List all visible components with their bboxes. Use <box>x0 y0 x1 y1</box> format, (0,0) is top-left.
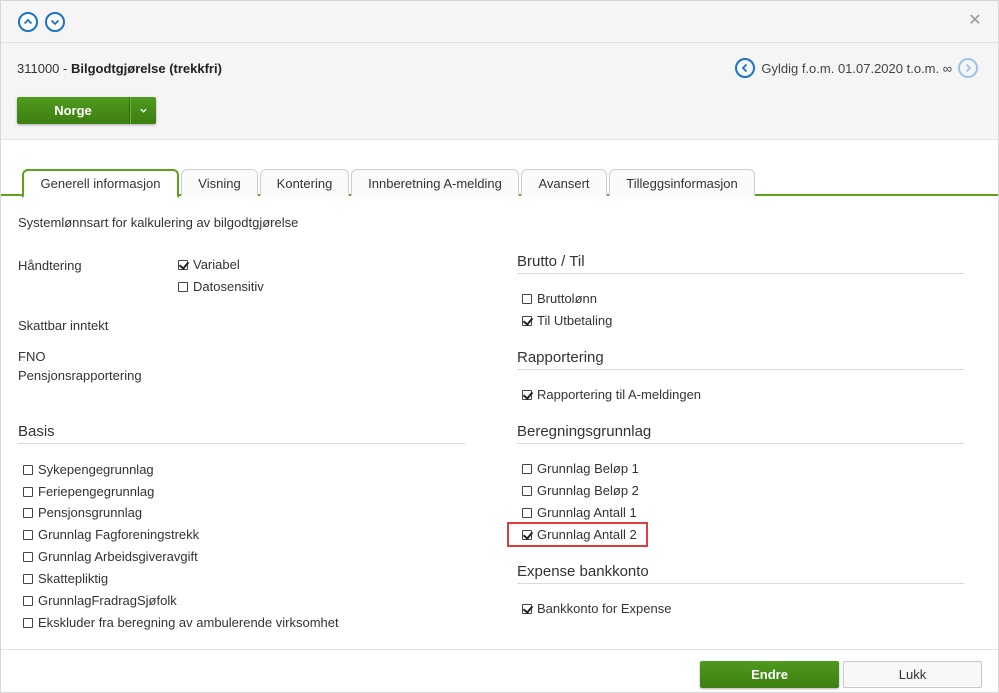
checkbox-unchecked-icon <box>23 617 33 628</box>
checkbox-label: Pensjonsgrunnlag <box>38 505 143 520</box>
checkbox-label: GrunnlagFradragSjøfolk <box>38 593 177 608</box>
tab-visning[interactable]: Visning <box>181 169 258 196</box>
checkbox-checked-icon <box>178 259 188 270</box>
basis-divider <box>18 443 465 444</box>
tab-tilleggsinformasjon[interactable]: Tilleggsinformasjon <box>609 169 755 196</box>
checkbox-unchecked-icon <box>23 507 33 518</box>
validity-text: Gyldig f.o.m. 01.07.2020 t.o.m. ∞ <box>761 60 952 76</box>
checkbox-label: Skattepliktig <box>38 571 109 586</box>
checkbox-grunnlag-belop-2[interactable]: Grunnlag Beløp 2 <box>522 483 639 498</box>
rapportering-divider <box>517 369 964 370</box>
checkbox-checked-icon <box>522 315 532 326</box>
skattbar-inntekt-label: Skattbar inntekt <box>18 318 109 333</box>
tab-kontering[interactable]: Kontering <box>260 169 349 196</box>
tab-innberetning-a-melding[interactable]: Innberetning A-melding <box>351 169 519 196</box>
checkbox-grunnlag-belop-1[interactable]: Grunnlag Beløp 1 <box>522 461 639 476</box>
checkbox-grunnlagfradragsjofolk[interactable]: GrunnlagFradragSjøfolk <box>23 593 177 608</box>
checkbox-label: Bankkonto for Expense <box>537 601 672 616</box>
checkbox-unchecked-icon <box>522 507 532 518</box>
checkbox-label: Grunnlag Arbeidsgiveravgift <box>38 549 198 564</box>
checkbox-checked-icon <box>522 389 532 400</box>
chevron-down-icon <box>50 19 60 26</box>
dialog: ✕ 311000 - Bilgodtgjørelse (trekkfri) Gy… <box>0 0 999 693</box>
previous-record-button[interactable] <box>18 12 38 32</box>
checkbox-feriepengegrunnlag[interactable]: Feriepengegrunnlag <box>23 484 154 499</box>
record-name: Bilgodtgjørelse (trekkfri) <box>70 61 222 76</box>
next-record-button[interactable] <box>45 12 65 32</box>
next-period-button[interactable] <box>958 58 978 78</box>
checkbox-unchecked-icon <box>23 573 33 584</box>
checkbox-rapportering-a-meldingen[interactable]: Rapportering til A-meldingen <box>522 387 701 402</box>
record-code: 311000 - <box>17 61 71 76</box>
record-title: 311000 - Bilgodtgjørelse (trekkfri) <box>17 61 222 76</box>
checkbox-unchecked-icon <box>522 293 532 304</box>
checkbox-checked-icon <box>522 603 532 614</box>
tab-generell-informasjon[interactable]: Generell informasjon <box>22 169 179 198</box>
pensjonsrapportering-label: Pensjonsrapportering <box>18 368 142 383</box>
beregningsgrunnlag-divider <box>517 443 964 444</box>
dialog-topbar <box>1 1 998 43</box>
chevron-down-icon <box>140 108 147 113</box>
validity-navigator: Gyldig f.o.m. 01.07.2020 t.o.m. ∞ <box>735 58 978 78</box>
chevron-left-icon <box>742 63 748 73</box>
checkbox-label: Datosensitiv <box>193 279 264 294</box>
handtering-label: Håndtering <box>18 258 82 273</box>
checkbox-ekskluder-ambulerende[interactable]: Ekskluder fra beregning av ambulerende v… <box>23 615 339 630</box>
footer-divider <box>1 649 998 650</box>
expense-divider <box>517 583 964 584</box>
brutto-til-heading: Brutto / Til <box>517 253 585 270</box>
description-text: Systemlønnsart for kalkulering av bilgod… <box>18 215 299 230</box>
beregningsgrunnlag-heading: Beregningsgrunnlag <box>517 423 652 440</box>
checkbox-label: Ekskluder fra beregning av ambulerende v… <box>38 615 339 630</box>
checkbox-skattepliktig[interactable]: Skattepliktig <box>23 571 108 586</box>
country-dropdown-toggle[interactable] <box>130 97 156 124</box>
checkbox-variabel[interactable]: Variabel <box>178 257 240 272</box>
checkbox-unchecked-icon <box>23 551 33 562</box>
close-button[interactable]: Lukk <box>843 661 982 688</box>
edit-button[interactable]: Endre <box>700 661 839 688</box>
checkbox-unchecked-icon <box>23 595 33 606</box>
checkbox-grunnlag-arbeidsgiveravgift[interactable]: Grunnlag Arbeidsgiveravgift <box>23 549 198 564</box>
checkbox-unchecked-icon <box>23 529 33 540</box>
checkbox-unchecked-icon <box>522 485 532 496</box>
highlight-box <box>507 522 648 547</box>
checkbox-label: Grunnlag Beløp 2 <box>537 483 639 498</box>
country-button[interactable]: Norge <box>17 97 130 124</box>
checkbox-label: Grunnlag Antall 1 <box>537 505 637 520</box>
checkbox-label: Grunnlag Fagforeningstrekk <box>38 527 200 542</box>
tab-avansert[interactable]: Avansert <box>521 169 607 196</box>
checkbox-label: Sykepengegrunnlag <box>38 462 154 477</box>
checkbox-bankkonto-expense[interactable]: Bankkonto for Expense <box>522 601 671 616</box>
basis-heading: Basis <box>18 423 55 440</box>
rapportering-heading: Rapportering <box>517 349 604 366</box>
checkbox-label: Grunnlag Beløp 1 <box>537 461 639 476</box>
checkbox-label: Bruttolønn <box>537 291 597 306</box>
checkbox-grunnlag-fagforeningstrekk[interactable]: Grunnlag Fagforeningstrekk <box>23 527 199 542</box>
checkbox-unchecked-icon <box>178 281 188 292</box>
checkbox-label: Til Utbetaling <box>537 313 613 328</box>
fno-label: FNO <box>18 349 46 364</box>
close-icon[interactable]: ✕ <box>968 13 982 29</box>
previous-period-button[interactable] <box>735 58 756 78</box>
brutto-divider <box>517 273 964 274</box>
checkbox-unchecked-icon <box>23 486 33 497</box>
checkbox-til-utbetaling[interactable]: Til Utbetaling <box>522 313 612 328</box>
checkbox-bruttolonn[interactable]: Bruttolønn <box>522 291 597 306</box>
chevron-right-icon <box>965 63 972 73</box>
checkbox-unchecked-icon <box>23 464 33 475</box>
country-split-button: Norge <box>17 97 156 124</box>
checkbox-unchecked-icon <box>522 463 532 474</box>
checkbox-label: Rapportering til A-meldingen <box>537 387 702 402</box>
checkbox-label: Feriepengegrunnlag <box>38 484 155 499</box>
chevron-up-icon <box>23 18 33 25</box>
checkbox-grunnlag-antall-1[interactable]: Grunnlag Antall 1 <box>522 505 637 520</box>
tab-bar: Generell informasjon Visning Kontering I… <box>1 169 998 198</box>
expense-bankkonto-heading: Expense bankkonto <box>517 563 649 580</box>
checkbox-pensjonsgrunnlag[interactable]: Pensjonsgrunnlag <box>23 505 142 520</box>
checkbox-sykepengegrunnlag[interactable]: Sykepengegrunnlag <box>23 462 154 477</box>
checkbox-label: Variabel <box>193 257 240 272</box>
checkbox-datosensitiv[interactable]: Datosensitiv <box>178 279 264 294</box>
